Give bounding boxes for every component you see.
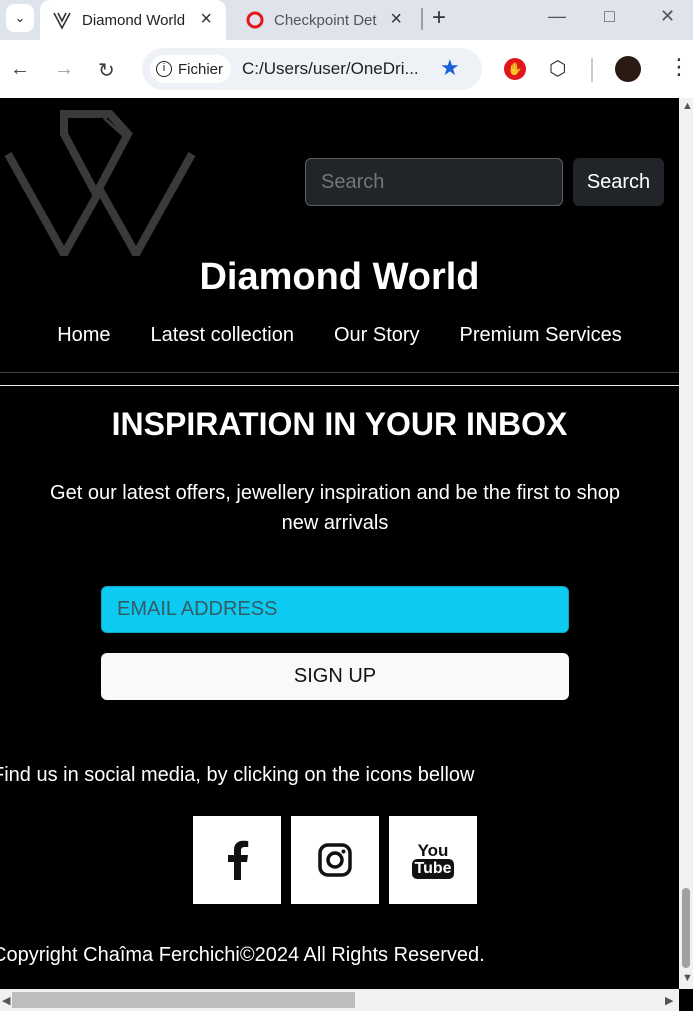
scroll-left-icon[interactable]: ◀: [2, 994, 10, 1007]
browser-toolbar: ← → ↻ i Fichier C:/Users/user/OneDri... …: [0, 40, 693, 98]
social-text: Find us in social media, by clicking on …: [0, 764, 475, 786]
browser-tab-strip: ⌄ Diamond World × Checkpoint Det × + — □…: [0, 0, 693, 40]
info-icon: i: [156, 61, 172, 77]
bookmark-star-icon[interactable]: ★: [440, 55, 460, 81]
tab-checkpoint[interactable]: Checkpoint Det ×: [236, 0, 416, 40]
nav-home[interactable]: Home: [57, 324, 110, 347]
email-field[interactable]: [101, 586, 569, 633]
scroll-right-icon[interactable]: ▶: [665, 994, 673, 1007]
address-bar[interactable]: i Fichier C:/Users/user/OneDri... ★: [142, 48, 482, 90]
maximize-icon[interactable]: □: [604, 6, 615, 27]
ublock-extension-icon[interactable]: ✋: [504, 58, 526, 80]
address-url[interactable]: C:/Users/user/OneDri...: [242, 59, 419, 79]
nav-premium-services[interactable]: Premium Services: [460, 324, 622, 347]
search-input[interactable]: [305, 158, 563, 206]
toolbar-separator: [591, 58, 593, 82]
youtube-link[interactable]: You Tube: [389, 816, 477, 904]
back-icon[interactable]: ←: [10, 58, 30, 81]
tab-list-button[interactable]: ⌄: [6, 4, 34, 32]
facebook-icon: [228, 840, 249, 880]
tab-separator: [421, 8, 423, 30]
youtube-icon: You Tube: [412, 840, 454, 879]
divider: [0, 372, 679, 373]
copyright-text: Copyright Chaîma Ferchichi©2024 All Righ…: [0, 944, 485, 966]
youtube-tube-text: Tube: [412, 858, 454, 879]
scroll-down-icon[interactable]: ▼: [682, 972, 693, 984]
tab-title: Diamond World: [82, 11, 186, 29]
extensions-puzzle-icon[interactable]: ⬡: [549, 56, 566, 81]
instagram-link[interactable]: [291, 816, 379, 904]
tab-title: Checkpoint Det: [274, 11, 377, 29]
close-window-icon[interactable]: ✕: [660, 6, 675, 27]
newsletter-subtext: Get our latest offers, jewellery inspira…: [50, 482, 620, 534]
tab-diamond-world[interactable]: Diamond World ×: [40, 0, 226, 40]
main-nav: Home Latest collection Our Story Premium…: [0, 324, 679, 347]
newsletter-headline: INSPIRATION IN YOUR INBOX: [111, 406, 568, 442]
site-info-chip[interactable]: i Fichier: [150, 55, 232, 83]
search-button[interactable]: Search: [573, 158, 664, 206]
nav-latest-collection[interactable]: Latest collection: [151, 324, 294, 347]
vertical-scroll-thumb[interactable]: [682, 888, 690, 968]
close-tab-icon[interactable]: ×: [200, 8, 212, 31]
profile-avatar[interactable]: [615, 56, 641, 82]
signup-button[interactable]: SIGN UP: [101, 653, 569, 700]
page-viewport: Search Diamond World Home Latest collect…: [0, 98, 679, 989]
instagram-icon: [318, 843, 352, 877]
menu-dots-icon[interactable]: ⋮: [668, 54, 690, 80]
minimize-icon[interactable]: —: [548, 6, 566, 27]
horizontal-scrollbar[interactable]: ◀ ▶: [0, 989, 679, 1011]
facebook-link[interactable]: [193, 816, 281, 904]
youtube-you-text: You: [417, 840, 449, 860]
nav-our-story[interactable]: Our Story: [334, 324, 420, 347]
chevron-down-icon: ⌄: [14, 10, 26, 25]
diamond-world-logo: [4, 110, 196, 256]
horizontal-scroll-thumb[interactable]: [12, 992, 355, 1008]
divider: [0, 385, 679, 386]
forward-icon[interactable]: →: [54, 58, 74, 81]
checkpoint-icon: [246, 11, 264, 29]
new-tab-icon[interactable]: +: [432, 4, 446, 32]
close-tab-icon[interactable]: ×: [390, 8, 402, 31]
vertical-scrollbar[interactable]: ▲ ▼: [679, 98, 693, 989]
chip-label: Fichier: [178, 60, 224, 78]
reload-icon[interactable]: ↻: [98, 58, 115, 83]
diamond-logo-icon: [53, 12, 71, 30]
brand-title: Diamond World: [199, 256, 480, 298]
scroll-up-icon[interactable]: ▲: [682, 100, 693, 112]
